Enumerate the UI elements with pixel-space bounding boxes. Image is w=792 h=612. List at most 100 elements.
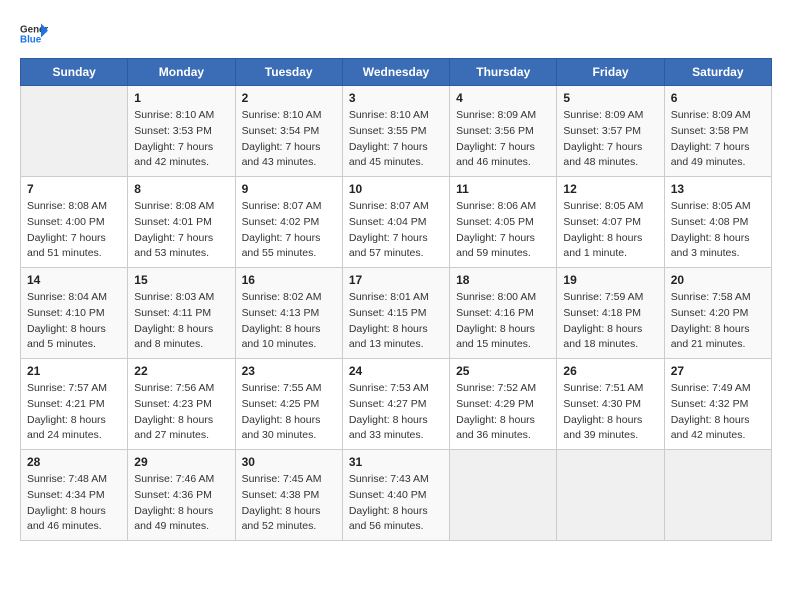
day-number: 22 xyxy=(134,364,228,378)
calendar-cell: 11 Sunrise: 8:06 AMSunset: 4:05 PMDayligh… xyxy=(450,177,557,268)
day-info: Sunrise: 7:58 AMSunset: 4:20 PMDaylight:… xyxy=(671,290,765,353)
day-info: Sunrise: 8:08 AMSunset: 4:01 PMDaylight:… xyxy=(134,199,228,262)
calendar-cell xyxy=(664,450,771,541)
day-info: Sunrise: 7:52 AMSunset: 4:29 PMDaylight:… xyxy=(456,381,550,444)
day-number: 3 xyxy=(349,91,443,105)
day-number: 5 xyxy=(563,91,657,105)
day-number: 21 xyxy=(27,364,121,378)
calendar-cell: 8 Sunrise: 8:08 AMSunset: 4:01 PMDaylight… xyxy=(128,177,235,268)
day-info: Sunrise: 8:09 AMSunset: 3:56 PMDaylight:… xyxy=(456,108,550,171)
day-info: Sunrise: 8:08 AMSunset: 4:00 PMDaylight:… xyxy=(27,199,121,262)
day-number: 14 xyxy=(27,273,121,287)
calendar-cell: 29 Sunrise: 7:46 AMSunset: 4:36 PMDayligh… xyxy=(128,450,235,541)
day-info: Sunrise: 7:49 AMSunset: 4:32 PMDaylight:… xyxy=(671,381,765,444)
calendar-cell: 23 Sunrise: 7:55 AMSunset: 4:25 PMDayligh… xyxy=(235,359,342,450)
week-row-5: 28 Sunrise: 7:48 AMSunset: 4:34 PMDayligh… xyxy=(21,450,772,541)
calendar-cell: 25 Sunrise: 7:52 AMSunset: 4:29 PMDayligh… xyxy=(450,359,557,450)
day-number: 20 xyxy=(671,273,765,287)
calendar-cell: 2 Sunrise: 8:10 AMSunset: 3:54 PMDaylight… xyxy=(235,86,342,177)
day-info: Sunrise: 7:48 AMSunset: 4:34 PMDaylight:… xyxy=(27,472,121,535)
calendar-cell: 16 Sunrise: 8:02 AMSunset: 4:13 PMDayligh… xyxy=(235,268,342,359)
day-number: 6 xyxy=(671,91,765,105)
day-header-tuesday: Tuesday xyxy=(235,59,342,86)
week-row-2: 7 Sunrise: 8:08 AMSunset: 4:00 PMDaylight… xyxy=(21,177,772,268)
day-number: 28 xyxy=(27,455,121,469)
calendar-cell: 28 Sunrise: 7:48 AMSunset: 4:34 PMDayligh… xyxy=(21,450,128,541)
week-row-4: 21 Sunrise: 7:57 AMSunset: 4:21 PMDayligh… xyxy=(21,359,772,450)
day-info: Sunrise: 8:07 AMSunset: 4:02 PMDaylight:… xyxy=(242,199,336,262)
day-info: Sunrise: 7:51 AMSunset: 4:30 PMDaylight:… xyxy=(563,381,657,444)
day-info: Sunrise: 7:46 AMSunset: 4:36 PMDaylight:… xyxy=(134,472,228,535)
calendar-cell: 15 Sunrise: 8:03 AMSunset: 4:11 PMDayligh… xyxy=(128,268,235,359)
day-info: Sunrise: 7:53 AMSunset: 4:27 PMDaylight:… xyxy=(349,381,443,444)
calendar-cell: 18 Sunrise: 8:00 AMSunset: 4:16 PMDayligh… xyxy=(450,268,557,359)
day-number: 8 xyxy=(134,182,228,196)
day-number: 30 xyxy=(242,455,336,469)
day-number: 16 xyxy=(242,273,336,287)
day-number: 12 xyxy=(563,182,657,196)
day-number: 18 xyxy=(456,273,550,287)
day-header-saturday: Saturday xyxy=(664,59,771,86)
calendar-cell xyxy=(21,86,128,177)
day-info: Sunrise: 8:10 AMSunset: 3:54 PMDaylight:… xyxy=(242,108,336,171)
day-info: Sunrise: 7:45 AMSunset: 4:38 PMDaylight:… xyxy=(242,472,336,535)
day-number: 27 xyxy=(671,364,765,378)
day-info: Sunrise: 7:56 AMSunset: 4:23 PMDaylight:… xyxy=(134,381,228,444)
day-info: Sunrise: 7:59 AMSunset: 4:18 PMDaylight:… xyxy=(563,290,657,353)
calendar-cell xyxy=(557,450,664,541)
day-number: 9 xyxy=(242,182,336,196)
day-number: 25 xyxy=(456,364,550,378)
calendar-cell: 20 Sunrise: 7:58 AMSunset: 4:20 PMDayligh… xyxy=(664,268,771,359)
calendar-cell: 7 Sunrise: 8:08 AMSunset: 4:00 PMDaylight… xyxy=(21,177,128,268)
calendar-cell: 22 Sunrise: 7:56 AMSunset: 4:23 PMDayligh… xyxy=(128,359,235,450)
calendar-cell: 30 Sunrise: 7:45 AMSunset: 4:38 PMDayligh… xyxy=(235,450,342,541)
day-number: 15 xyxy=(134,273,228,287)
calendar-cell: 9 Sunrise: 8:07 AMSunset: 4:02 PMDaylight… xyxy=(235,177,342,268)
day-info: Sunrise: 8:09 AMSunset: 3:57 PMDaylight:… xyxy=(563,108,657,171)
calendar-cell: 27 Sunrise: 7:49 AMSunset: 4:32 PMDayligh… xyxy=(664,359,771,450)
day-info: Sunrise: 8:00 AMSunset: 4:16 PMDaylight:… xyxy=(456,290,550,353)
week-row-3: 14Sunrise: 8:04 AMSunset: 4:10 PMDayligh… xyxy=(21,268,772,359)
day-header-monday: Monday xyxy=(128,59,235,86)
day-number: 11 xyxy=(456,182,550,196)
calendar-cell: 21 Sunrise: 7:57 AMSunset: 4:21 PMDayligh… xyxy=(21,359,128,450)
day-number: 13 xyxy=(671,182,765,196)
calendar-cell: 26 Sunrise: 7:51 AMSunset: 4:30 PMDayligh… xyxy=(557,359,664,450)
day-info: Sunrise: 8:02 AMSunset: 4:13 PMDaylight:… xyxy=(242,290,336,353)
day-number: 17 xyxy=(349,273,443,287)
day-info: Sunrise: 7:57 AMSunset: 4:21 PMDaylight:… xyxy=(27,381,121,444)
calendar-table: SundayMondayTuesdayWednesdayThursdayFrid… xyxy=(20,58,772,541)
day-header-friday: Friday xyxy=(557,59,664,86)
day-number: 4 xyxy=(456,91,550,105)
day-number: 26 xyxy=(563,364,657,378)
calendar-cell: 12Sunrise: 8:05 AMSunset: 4:07 PMDayligh… xyxy=(557,177,664,268)
calendar-cell: 14Sunrise: 8:04 AMSunset: 4:10 PMDayligh… xyxy=(21,268,128,359)
day-info: Sunrise: 7:55 AMSunset: 4:25 PMDaylight:… xyxy=(242,381,336,444)
day-number: 29 xyxy=(134,455,228,469)
calendar-cell: 31 Sunrise: 7:43 AMSunset: 4:40 PMDayligh… xyxy=(342,450,449,541)
day-number: 24 xyxy=(349,364,443,378)
svg-text:Blue: Blue xyxy=(20,34,42,45)
page-header: General Blue xyxy=(20,20,772,48)
day-info: Sunrise: 8:06 AMSunset: 4:05 PMDaylight:… xyxy=(456,199,550,262)
day-info: Sunrise: 8:07 AMSunset: 4:04 PMDaylight:… xyxy=(349,199,443,262)
week-row-1: 1Sunrise: 8:10 AMSunset: 3:53 PMDaylight… xyxy=(21,86,772,177)
day-info: Sunrise: 8:10 AMSunset: 3:55 PMDaylight:… xyxy=(349,108,443,171)
day-info: Sunrise: 7:43 AMSunset: 4:40 PMDaylight:… xyxy=(349,472,443,535)
day-number: 23 xyxy=(242,364,336,378)
calendar-cell: 3 Sunrise: 8:10 AMSunset: 3:55 PMDaylight… xyxy=(342,86,449,177)
day-number: 10 xyxy=(349,182,443,196)
calendar-cell: 5 Sunrise: 8:09 AMSunset: 3:57 PMDaylight… xyxy=(557,86,664,177)
day-info: Sunrise: 8:03 AMSunset: 4:11 PMDaylight:… xyxy=(134,290,228,353)
day-number: 19 xyxy=(563,273,657,287)
calendar-cell: 19 Sunrise: 7:59 AMSunset: 4:18 PMDayligh… xyxy=(557,268,664,359)
day-number: 2 xyxy=(242,91,336,105)
calendar-cell: 24 Sunrise: 7:53 AMSunset: 4:27 PMDayligh… xyxy=(342,359,449,450)
day-info: Sunrise: 8:05 AMSunset: 4:08 PMDaylight:… xyxy=(671,199,765,262)
calendar-cell: 17Sunrise: 8:01 AMSunset: 4:15 PMDayligh… xyxy=(342,268,449,359)
calendar-cell: 4 Sunrise: 8:09 AMSunset: 3:56 PMDaylight… xyxy=(450,86,557,177)
day-header-sunday: Sunday xyxy=(21,59,128,86)
day-number: 31 xyxy=(349,455,443,469)
day-number: 7 xyxy=(27,182,121,196)
logo-icon: General Blue xyxy=(20,20,48,48)
